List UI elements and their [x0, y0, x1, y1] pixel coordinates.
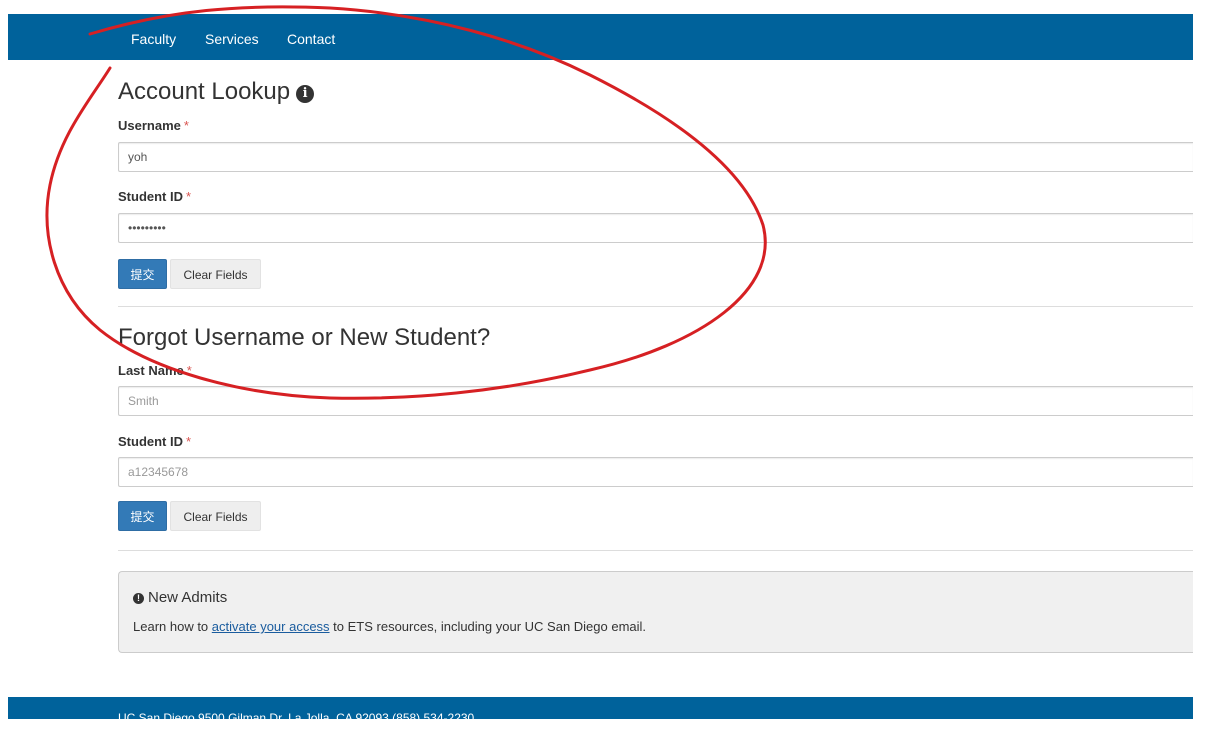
section-divider: [118, 306, 1193, 307]
nav-link-contact[interactable]: Contact: [287, 14, 335, 60]
username-label-text: Username: [118, 118, 181, 133]
required-asterisk: *: [183, 118, 189, 133]
forgot-username-title: Forgot Username or New Student?: [118, 324, 491, 351]
required-asterisk: *: [186, 189, 192, 204]
forgot-student-id-input[interactable]: [118, 457, 1193, 487]
exclamation-circle-icon: !: [133, 593, 144, 604]
student-id-label: Student ID *: [118, 189, 191, 204]
forgot-submit-button[interactable]: 提交: [118, 501, 167, 531]
account-lookup-title-text: Account Lookup: [118, 78, 291, 105]
page-frame: Faculty Services Contact Account Lookup i…: [8, 14, 1193, 719]
activate-access-link[interactable]: activate your access: [212, 619, 330, 634]
required-asterisk: *: [186, 434, 192, 449]
lookup-clear-fields-button[interactable]: Clear Fields: [170, 259, 261, 289]
footer: UC San Diego 9500 Gilman Dr. La Jolla, C…: [8, 697, 1193, 719]
new-admits-text: Learn how to activate your access to ETS…: [133, 619, 646, 634]
forgot-student-id-label-text: Student ID: [118, 434, 183, 449]
lookup-submit-button[interactable]: 提交: [118, 259, 167, 289]
new-admits-notice: ! New Admits Learn how to activate your a…: [118, 571, 1193, 653]
new-admits-text-before: Learn how to: [133, 619, 212, 634]
last-name-label: Last Name *: [118, 363, 192, 378]
username-input[interactable]: [118, 142, 1193, 172]
section-divider: [118, 550, 1193, 551]
forgot-clear-fields-button[interactable]: Clear Fields: [170, 501, 261, 531]
new-admits-title: ! New Admits: [133, 589, 227, 606]
top-navbar: Faculty Services Contact: [8, 14, 1193, 60]
forgot-student-id-label: Student ID *: [118, 434, 191, 449]
required-asterisk: *: [186, 363, 192, 378]
nav-link-services[interactable]: Services: [205, 14, 259, 60]
new-admits-text-after: to ETS resources, including your UC San …: [329, 619, 647, 634]
account-lookup-title: Account Lookup i: [118, 78, 315, 106]
nav-link-faculty[interactable]: Faculty: [131, 14, 176, 60]
username-label: Username *: [118, 118, 189, 133]
new-admits-title-text: New Admits: [148, 589, 228, 606]
last-name-label-text: Last Name: [118, 363, 184, 378]
info-circle-icon[interactable]: i: [296, 85, 315, 103]
student-id-password-input[interactable]: [118, 213, 1193, 243]
last-name-input[interactable]: [118, 386, 1193, 416]
footer-address: UC San Diego 9500 Gilman Dr. La Jolla, C…: [118, 711, 475, 719]
student-id-label-text: Student ID: [118, 189, 183, 204]
